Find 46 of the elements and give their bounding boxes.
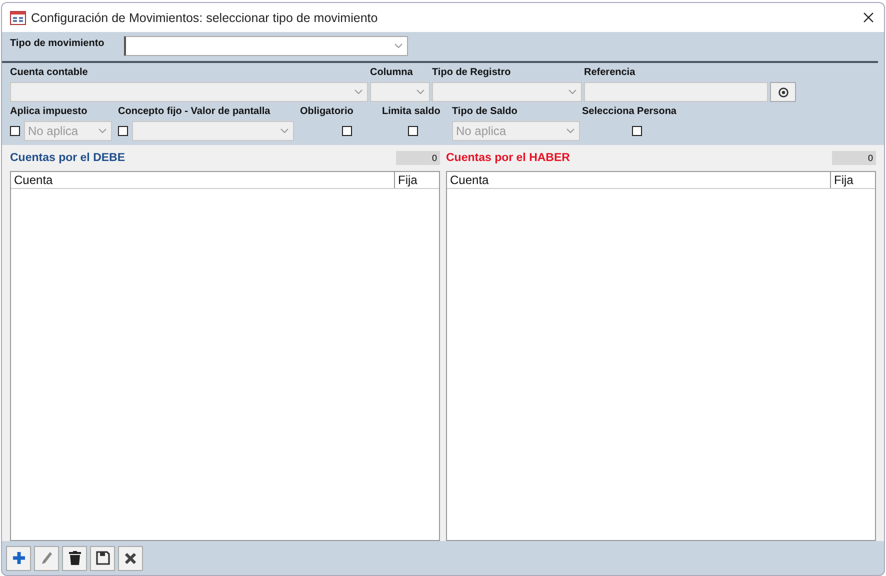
field-label: Limita saldo [382, 106, 442, 117]
field-label: Tipo de movimiento [10, 37, 106, 49]
field-label: Cuenta contable [10, 67, 89, 78]
column-header[interactable]: Fija [395, 172, 439, 188]
circle-icon [778, 86, 788, 98]
count-field: 0 [396, 151, 440, 165]
chevron-icon [568, 89, 577, 95]
field-label: Concepto fijo - Valor de pantalla [118, 106, 272, 117]
field-label: Referencia [584, 67, 636, 78]
list-title: Cuentas por el HABER [446, 152, 570, 164]
lookup-button[interactable] [770, 82, 796, 102]
field-label: Tipo de Saldo [452, 106, 518, 117]
delete-button[interactable] [62, 546, 87, 570]
checkbox[interactable] [342, 126, 352, 136]
checkbox[interactable] [118, 126, 128, 136]
pencil-icon [40, 551, 52, 565]
count-field: 0 [832, 151, 876, 165]
column-header[interactable]: Cuenta [11, 172, 395, 188]
chevron-icon [566, 128, 575, 134]
checkbox[interactable] [632, 126, 642, 136]
field-label: Selecciona Persona [582, 106, 678, 117]
close-button[interactable] [861, 10, 876, 25]
checkbox[interactable] [10, 126, 20, 136]
chevron-icon [280, 128, 289, 134]
checkbox[interactable] [408, 126, 418, 136]
save-button[interactable] [90, 546, 115, 570]
plus-icon [12, 551, 26, 565]
cross-icon [124, 552, 137, 564]
chevron-icon [394, 43, 403, 49]
chevron-icon [354, 89, 363, 95]
field-label: Columna [370, 67, 414, 78]
column-header[interactable]: Fija [831, 172, 875, 188]
dropdown-field[interactable] [132, 121, 294, 141]
field-label: Obligatorio [300, 106, 354, 117]
trash-icon [68, 551, 80, 565]
cancel-button[interactable] [118, 546, 143, 570]
list-title: Cuentas por el DEBE [10, 152, 126, 164]
chevron-icon [416, 89, 425, 95]
window-title: Configuración de Movimientos: seleccionar tipo de movimiento [31, 10, 379, 24]
field-label: Aplica impuesto [10, 106, 88, 117]
add-button[interactable] [6, 546, 31, 570]
form-icon [10, 10, 26, 24]
close-icon [863, 12, 874, 23]
field-label: Tipo de Registro [432, 67, 512, 78]
chevron-icon [98, 128, 107, 134]
column-header[interactable]: Cuenta [447, 172, 831, 188]
